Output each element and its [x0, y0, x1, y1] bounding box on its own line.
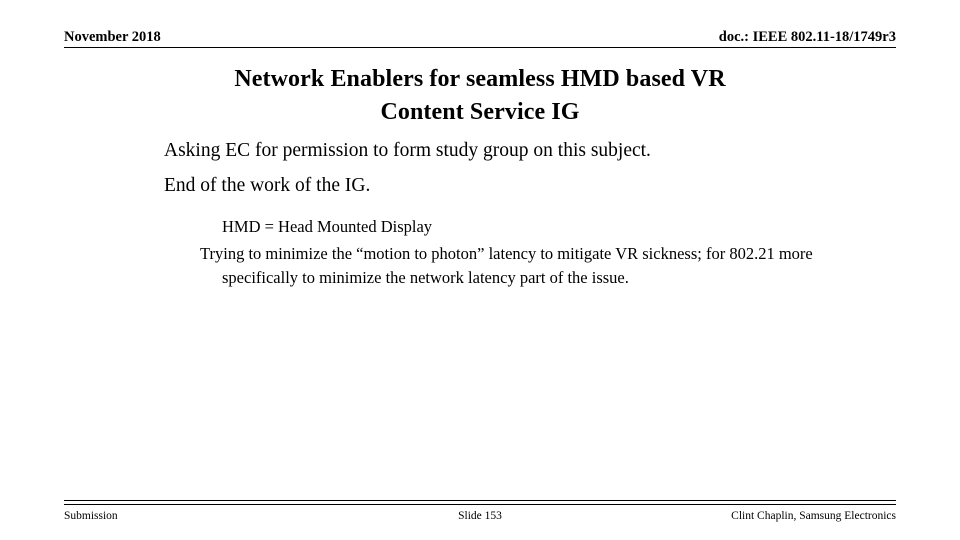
slide-body: Asking EC for permission to form study g…: [64, 138, 896, 293]
body-level1-item-2: End of the work of the IG.: [164, 175, 371, 196]
body-level2-item-1: HMD = Head Mounted Display: [222, 217, 433, 236]
footer-divider: [64, 500, 896, 505]
header-date: November 2018: [64, 29, 161, 45]
slide-footer: Submission Slide 153 Clint Chaplin, Sams…: [64, 509, 896, 525]
slide-title-line-1: Network Enablers for seamless HMD based …: [234, 66, 726, 92]
slide-title-line-2: Content Service IG: [380, 99, 580, 125]
slide-title: Network Enablers for seamless HMD based …: [120, 63, 840, 129]
body-level1-item-1: Asking EC for permission to form study g…: [164, 140, 651, 161]
header-document-number: doc.: IEEE 802.11-18/1749r3: [718, 29, 896, 45]
header-divider: [64, 47, 896, 48]
footer-author: Clint Chaplin, Samsung Electronics: [731, 510, 896, 522]
body-level2-item-2: Trying to minimize the “motion to photon…: [200, 244, 813, 287]
